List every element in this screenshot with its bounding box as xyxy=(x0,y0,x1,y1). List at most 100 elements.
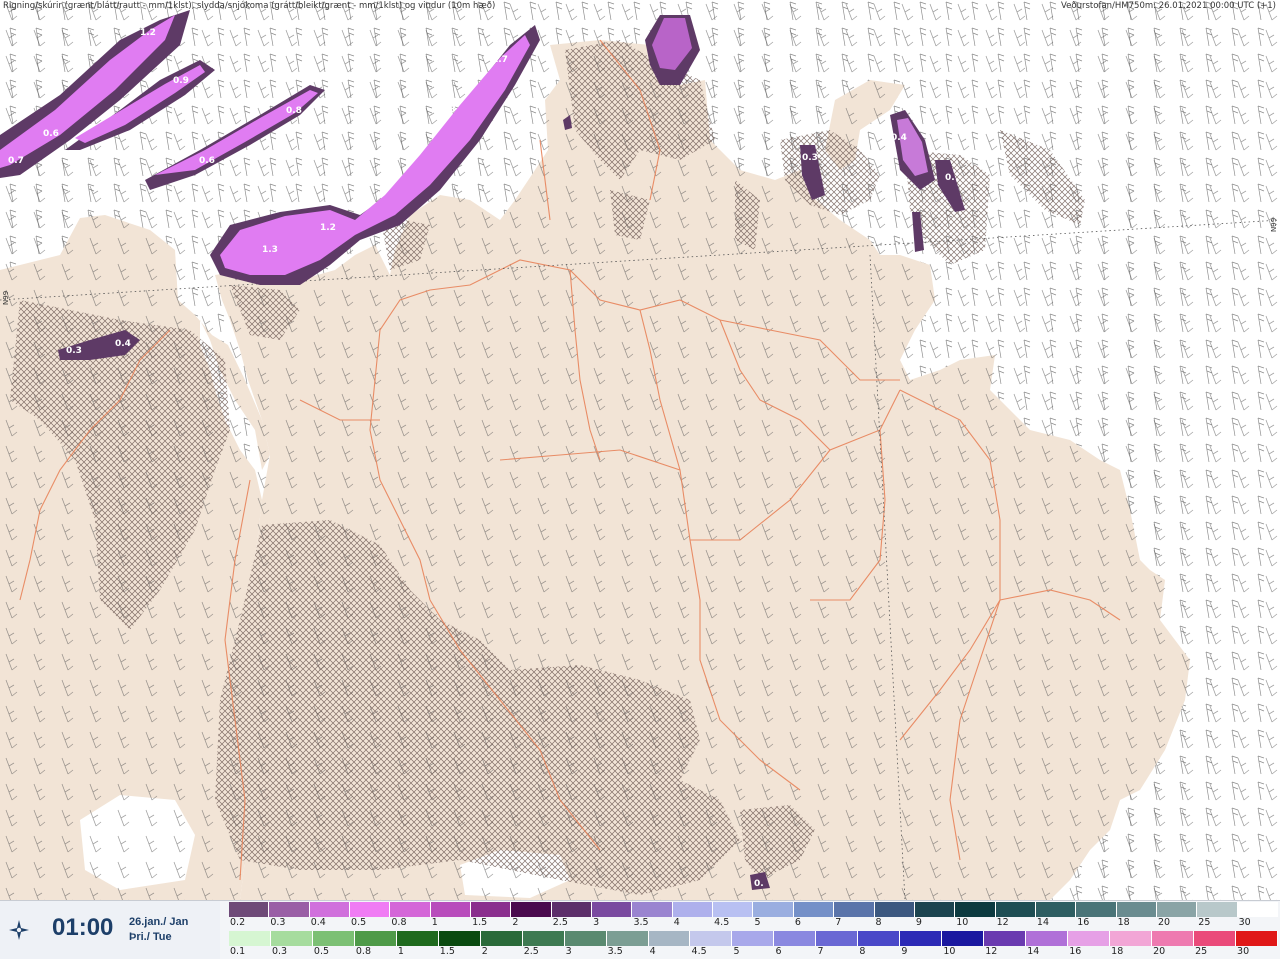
rain-scale-swatch xyxy=(522,931,565,946)
snow-scale-label: 18 xyxy=(1117,917,1130,928)
snow-scale-swatch xyxy=(793,902,835,917)
snow-scale-swatch xyxy=(1116,902,1157,917)
contour-label: 1.3 xyxy=(262,245,278,255)
snow-scale-swatch xyxy=(632,902,673,917)
snow-scale-swatch xyxy=(471,902,512,917)
snow-scale-label: 4.5 xyxy=(714,917,730,928)
rain-scale-swatch xyxy=(606,931,649,946)
contour-label: 1.7 xyxy=(492,55,508,65)
rain-scale-swatch xyxy=(480,931,523,946)
rain-scale-swatch xyxy=(312,931,355,946)
contour-label: 0.8 xyxy=(286,106,302,116)
rain-scale-swatch xyxy=(1235,931,1278,946)
snow-scale-swatch xyxy=(874,902,915,917)
contour-label: 0.4 xyxy=(115,339,131,349)
weather-map[interactable]: N99 N99 1.2 0.9 0.8 0.6 0.7 0.6 1.7 1.3 … xyxy=(0,0,1280,900)
snow-scale-swatch xyxy=(269,902,310,917)
snow-scale-label: 3 xyxy=(593,917,600,928)
rain-scale-label: 25 xyxy=(1195,946,1208,957)
snow-scale-label: 3.5 xyxy=(633,917,649,928)
rain-scale-swatch xyxy=(354,931,397,946)
snow-scale-swatch xyxy=(914,902,956,917)
snow-scale-swatch xyxy=(430,902,472,917)
rain-scale-label: 20 xyxy=(1153,946,1166,957)
forecast-time: 01:00 xyxy=(52,914,114,941)
rain-scale-swatch xyxy=(816,931,859,946)
time-panel: 01:00 26.jan./ Jan Þri./ Tue xyxy=(0,901,220,959)
rain-scale-label: 14 xyxy=(1027,946,1040,957)
snow-scale-label: 6 xyxy=(794,917,801,928)
rain-scale-swatch xyxy=(396,931,439,946)
contour-label: 0.6 xyxy=(199,156,215,166)
rain-scale-swatch xyxy=(1110,931,1152,946)
snow-scale-label: 2 xyxy=(512,917,519,928)
snow-scale-label: 12 xyxy=(996,917,1009,928)
snow-scale-label: 1.5 xyxy=(472,917,488,928)
contour-label: 0.7 xyxy=(8,156,24,166)
rain-scale-label: 1.5 xyxy=(439,946,455,957)
snow-scale-label: 30 xyxy=(1238,917,1251,928)
rain-scale-label: 3.5 xyxy=(607,946,623,957)
rain-scale-label: 0.3 xyxy=(271,946,288,957)
snow-scale-label: 16 xyxy=(1077,917,1090,928)
forecast-date: 26.jan./ Jan xyxy=(129,916,189,928)
rain-scale-label: 6 xyxy=(775,946,782,957)
snow-color-scale xyxy=(229,902,1278,917)
snow-scale-swatch xyxy=(753,902,794,917)
snow-scale-label: 9 xyxy=(915,917,922,928)
snow-scale-swatch xyxy=(390,902,431,917)
snow-scale-label: 20 xyxy=(1157,917,1171,928)
rain-scale-swatch xyxy=(1151,931,1194,946)
rain-scale-swatch xyxy=(564,931,607,946)
snow-scale-swatch xyxy=(309,902,351,917)
rain-scale-label: 9 xyxy=(901,946,908,957)
snow-scale-label: 14 xyxy=(1036,917,1050,928)
rain-scale-swatch xyxy=(1068,931,1111,946)
snow-scale-label: 5 xyxy=(754,917,761,928)
rain-scale-swatch xyxy=(858,931,901,946)
map-header-source: Veðurstofan/HM750m: 26.01.2021 00:00 UTC… xyxy=(1061,1,1276,11)
rain-scale-swatch xyxy=(732,931,775,946)
latitude-label-right: N99 xyxy=(1270,218,1278,232)
snow-scale-swatch xyxy=(955,902,996,917)
rain-scale-swatch xyxy=(229,931,271,946)
rain-color-scale xyxy=(229,931,1278,946)
snow-scale-label: 0.2 xyxy=(230,917,246,928)
rain-scale-label: 0.8 xyxy=(355,946,371,957)
rain-scale-swatch xyxy=(1026,931,1069,946)
rain-scale-swatch xyxy=(648,931,691,946)
rain-scale-swatch xyxy=(690,931,733,946)
snow-scale-swatch xyxy=(592,902,633,917)
rain-scale-swatch xyxy=(1193,931,1236,946)
snow-scale-labels: 0.2 0.3 0.4 0.5 0.8 1 1.5 2 2.5 3 3.5 4 4.5 5 6 7 8 9 10 12… xyxy=(229,917,1278,929)
compass-star-icon[interactable] xyxy=(8,919,30,941)
rain-scale-swatch xyxy=(270,931,313,946)
snow-scale-swatch xyxy=(713,902,754,917)
rain-scale-label: 16 xyxy=(1069,946,1082,957)
snow-scale-label: 7 xyxy=(835,917,842,928)
contour-label: 0.3 xyxy=(802,153,818,163)
snow-scale-label: 8 xyxy=(875,917,882,928)
rain-scale-label: 0.5 xyxy=(313,946,330,957)
rain-scale-label: 30 xyxy=(1237,946,1250,957)
snow-scale-label: 0.8 xyxy=(391,917,407,928)
forecast-weekday: Þri./ Tue xyxy=(129,931,172,943)
rain-scale-label: 3 xyxy=(565,946,572,957)
rain-scale-label: 4.5 xyxy=(691,946,707,957)
contour-label: 0.6 xyxy=(43,129,59,139)
snow-scale-label: 0.4 xyxy=(310,917,326,928)
map-footer: 01:00 26.jan./ Jan Þri./ Tue 0.2 0.3 0.4 0.… xyxy=(0,900,1280,959)
rain-scale-label: 8 xyxy=(859,946,866,957)
contour-label: 0.4 xyxy=(891,133,907,143)
snow-scale-label: 0.3 xyxy=(270,917,286,928)
snow-scale-swatch xyxy=(511,902,552,917)
snow-scale-label: 0.5 xyxy=(351,917,367,928)
rain-scale-label: 5 xyxy=(733,946,740,957)
snow-scale-label: 10 xyxy=(956,917,969,928)
snow-scale-swatch xyxy=(1156,902,1198,917)
rain-scale-label: 1 xyxy=(397,946,404,957)
contour-label: 1.2 xyxy=(140,28,156,38)
snow-scale-swatch xyxy=(672,902,714,917)
map-header-title: Rigning/skúrir (grænt/blátt/rautt - mm/1… xyxy=(3,1,496,11)
snow-scale-swatch xyxy=(1076,902,1117,917)
